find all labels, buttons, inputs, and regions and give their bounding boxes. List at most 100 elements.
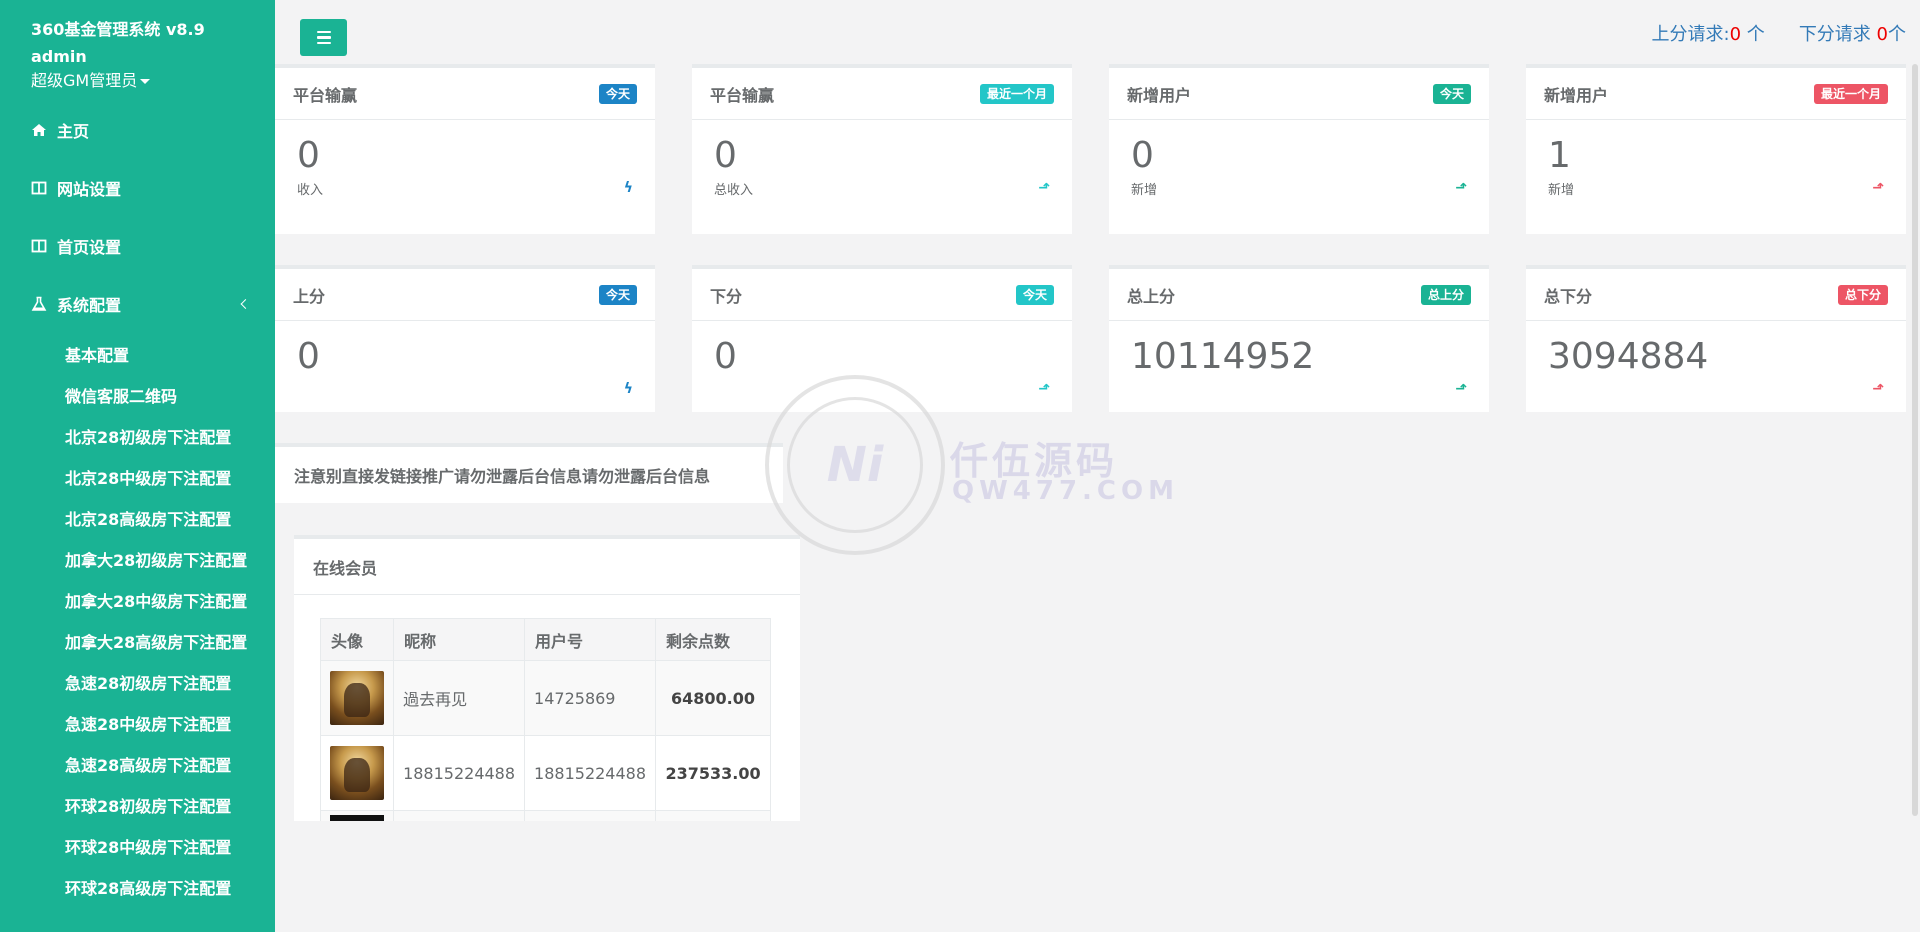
stat-card-platform-month: 平台输赢 最近一个月 0 总收入 ⬏ (692, 64, 1072, 234)
caret-down-icon (140, 79, 151, 84)
card-badge: 今天 (598, 284, 637, 305)
columns-icon (31, 239, 47, 253)
sidebar-item-label: 网站设置 (57, 180, 122, 199)
card-subtext: 收入 (297, 183, 324, 198)
card-badge: 今天 (598, 83, 637, 104)
stat-card-up-today: 上分 今天 0 ϟ (275, 265, 655, 412)
level-up-icon: ⬏ (1038, 180, 1050, 196)
flask-icon (31, 296, 47, 311)
notice-banner: 注意别直接发链接推广请勿泄露后台信息请勿泄露后台信息 (275, 443, 783, 503)
up-request-count: 0 (1729, 24, 1742, 45)
card-title: 下分 (710, 286, 743, 306)
watermark-logo: Ni (787, 397, 923, 533)
chevron-left-icon (240, 299, 251, 309)
sidebar-item-label: 首页设置 (57, 238, 122, 257)
stat-card-new-users-month: 新增用户 最近一个月 1 新增 ⬏ (1526, 64, 1906, 234)
watermark-domain: QW477.COM (952, 476, 1179, 506)
card-value: 0 (297, 336, 320, 377)
submenu-item[interactable]: 北京28中级房下注配置 (0, 458, 275, 499)
submenu-item[interactable]: 微信客服二维码 (0, 376, 275, 417)
cell-nickname: 過去再见 (393, 660, 526, 736)
level-up-icon: ⬏ (1455, 180, 1467, 196)
submenu-item[interactable]: 基本配置 (0, 335, 275, 376)
up-request-link[interactable]: 上分请求:0 个 (1652, 20, 1765, 46)
column-header: 头像 (319, 618, 395, 661)
avatar (330, 814, 384, 821)
sidebar-item-label: 主页 (57, 122, 90, 141)
user-role-dropdown[interactable]: 超级GM管理员 (0, 69, 275, 93)
online-members-panel: 在线会员 头像 昵称 用户号 剩余点数 過去再见 14725869 64800.… (294, 535, 800, 821)
card-title: 平台输赢 (710, 85, 775, 105)
stat-card-platform-today: 平台输赢 今天 0 收入 ϟ (275, 64, 655, 234)
level-up-icon: ⬏ (1455, 381, 1467, 397)
submenu-item[interactable]: 北京28初级房下注配置 (0, 417, 275, 458)
card-value: 10114952 (1131, 336, 1315, 377)
cell-nickname: 18815224488 (393, 735, 526, 811)
brand-title: 360基金管理系统 v8.9 (31, 20, 205, 39)
table-row[interactable]: 過去再见 14725869 64800.00 (319, 660, 771, 736)
submenu-item[interactable]: 急速28初级房下注配置 (0, 663, 275, 704)
avatar (330, 746, 384, 800)
submenu-item[interactable]: 环球28初级房下注配置 (0, 786, 275, 827)
card-subtext: 新增 (1548, 183, 1575, 198)
menu-toggle-button[interactable] (300, 19, 347, 56)
card-value: 0 (714, 135, 737, 176)
submenu-item[interactable]: 加拿大28初级房下注配置 (0, 540, 275, 581)
card-value: 0 (714, 336, 737, 377)
sidebar-item-site-settings[interactable]: 网站设置 (0, 159, 275, 217)
down-request-count: 0 (1876, 24, 1888, 45)
card-subtext: 总收入 (714, 183, 754, 198)
stat-card-total-up: 总上分 总上分 10114952 ⬏ (1109, 265, 1489, 412)
top-bar: 上分请求:0 个 下分请求 0个 (275, 0, 1920, 64)
card-badge: 最近一个月 (1813, 83, 1888, 104)
card-badge: 今天 (1432, 83, 1471, 104)
card-badge: 最近一个月 (979, 83, 1054, 104)
sidebar-item-home-settings[interactable]: 首页设置 (0, 217, 275, 275)
cell-points: 64800.00 (655, 660, 771, 736)
card-subtext: 新增 (1131, 183, 1158, 198)
submenu-item[interactable]: 急速28中级房下注配置 (0, 704, 275, 745)
stat-card-total-down: 总下分 总下分 3094884 ⬏ (1526, 265, 1906, 412)
sidebar: 360基金管理系统 v8.9 admin 超级GM管理员 主页 网站设置 首页设… (0, 0, 275, 932)
table-row[interactable]: 18815224488 18815224488 237533.00 (319, 735, 771, 811)
cell-user-id: 18815224488 (524, 735, 657, 811)
card-value: 1 (1548, 135, 1571, 176)
card-title: 新增用户 (1127, 85, 1192, 105)
down-request-link[interactable]: 下分请求 0个 (1799, 20, 1906, 46)
submenu-item[interactable]: 加拿大28中级房下注配置 (0, 581, 275, 622)
card-title: 总上分 (1127, 286, 1176, 306)
user-role-label: 超级GM管理员 (31, 71, 138, 90)
table-row[interactable] (319, 810, 771, 821)
page-scrollbar[interactable] (1910, 0, 1920, 932)
sidebar-item-home[interactable]: 主页 (0, 101, 275, 159)
cell-user-id: 14725869 (524, 660, 657, 736)
user-name[interactable]: admin (0, 45, 275, 69)
bolt-icon: ϟ (623, 180, 633, 196)
hamburger-icon (316, 30, 331, 34)
submenu-item[interactable]: 环球28中级房下注配置 (0, 827, 275, 868)
card-title: 总下分 (1544, 286, 1593, 306)
cell-points: 237533.00 (655, 735, 771, 811)
card-title: 新增用户 (1544, 85, 1609, 105)
avatar (330, 671, 384, 725)
stat-card-new-users-today: 新增用户 今天 0 新增 ⬏ (1109, 64, 1489, 234)
column-header: 剩余点数 (655, 618, 771, 661)
submenu-item[interactable]: 加拿大28高级房下注配置 (0, 622, 275, 663)
table-header-row: 头像 昵称 用户号 剩余点数 (319, 618, 771, 661)
watermark-seal: Ni (765, 375, 945, 555)
card-value: 3094884 (1548, 336, 1709, 377)
panel-title: 在线会员 (294, 539, 800, 595)
sidebar-nav: 主页 网站设置 首页设置 系统配置 (0, 101, 275, 333)
home-icon (32, 124, 46, 136)
sidebar-item-system-config[interactable]: 系统配置 (0, 275, 275, 333)
column-header: 用户号 (524, 618, 657, 661)
submenu-item[interactable]: 北京28高级房下注配置 (0, 499, 275, 540)
card-title: 上分 (293, 286, 326, 306)
system-config-submenu: 基本配置 微信客服二维码 北京28初级房下注配置 北京28中级房下注配置 北京2… (0, 335, 275, 909)
bolt-icon: ϟ (623, 381, 633, 397)
submenu-item[interactable]: 环球28高级房下注配置 (0, 868, 275, 909)
submenu-item[interactable]: 急速28高级房下注配置 (0, 745, 275, 786)
card-value: 0 (1131, 135, 1154, 176)
scrollbar-thumb[interactable] (1912, 64, 1918, 816)
card-badge: 总上分 (1420, 284, 1471, 305)
